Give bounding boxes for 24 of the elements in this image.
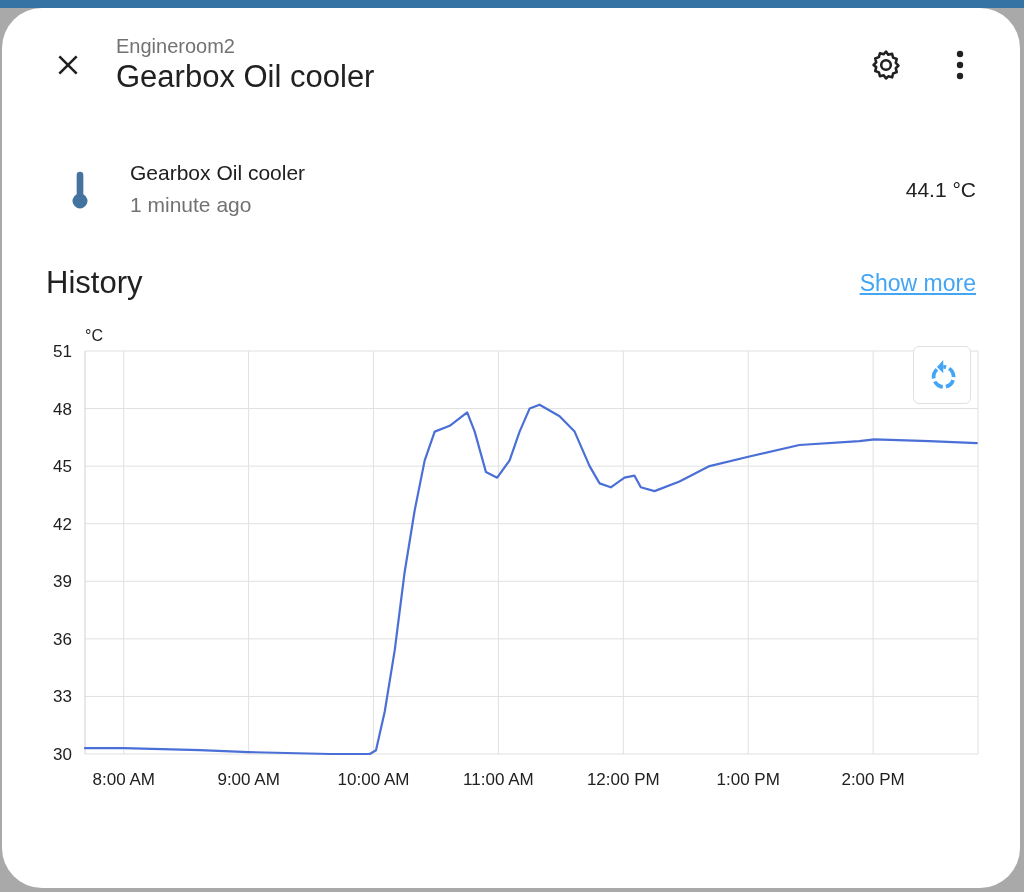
entity-state: 44.1 °C <box>905 177 976 204</box>
last-updated: 1 minute ago <box>130 192 253 218</box>
axis-unit: °C <box>85 326 103 344</box>
y-tick-label: 36 <box>53 629 72 649</box>
x-tick-label: 12:00 PM <box>586 769 660 789</box>
x-tick-label: 1:00 PM <box>716 769 780 789</box>
entity-name: Gearbox Oil cooler <box>130 160 306 186</box>
y-tick-label: 48 <box>53 399 72 419</box>
y-tick-label: 33 <box>53 686 72 706</box>
show-more-link[interactable]: Show more <box>859 266 976 301</box>
x-tick-label: 8:00 AM <box>92 769 155 789</box>
y-tick-label: 45 <box>53 456 72 476</box>
x-tick-label: 9:00 AM <box>217 769 280 789</box>
breadcrumb: Engineroom2 <box>116 34 236 58</box>
x-tick-label: 11:00 AM <box>463 769 534 789</box>
x-tick-label: 2:00 PM <box>841 769 905 789</box>
dialog-title: Gearbox Oil cooler <box>116 58 375 96</box>
x-tick-label: 10:00 AM <box>337 769 410 789</box>
y-tick-label: 51 <box>53 341 72 361</box>
history-heading: History <box>46 264 143 302</box>
y-tick-label: 39 <box>53 571 72 591</box>
y-tick-label: 42 <box>53 514 72 534</box>
y-tick-label: 30 <box>53 744 72 764</box>
reset-zoom-button[interactable] <box>913 345 971 404</box>
